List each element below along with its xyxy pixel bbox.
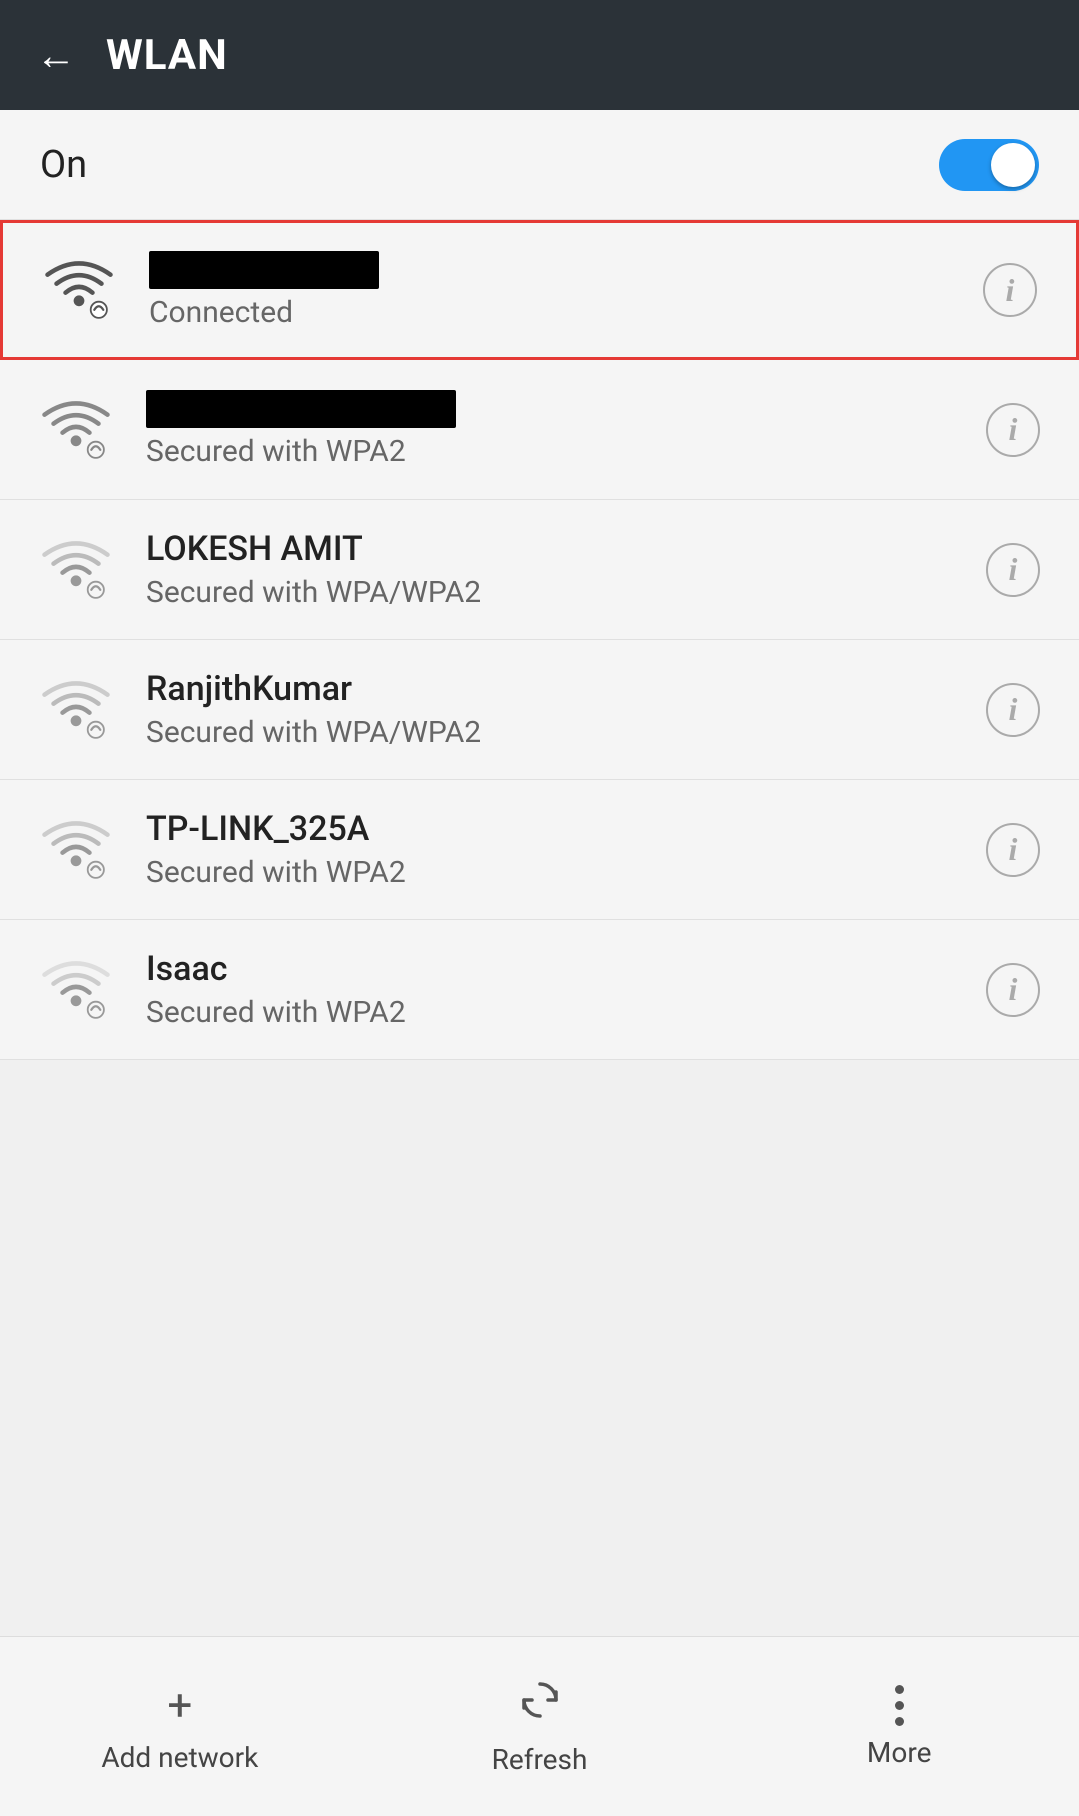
network-info-5: TP-LINK_325A Secured with WPA2 <box>146 809 953 890</box>
refresh-icon <box>518 1678 562 1733</box>
network-status-4: Secured with WPA/WPA2 <box>146 715 953 750</box>
wifi-icon-connected <box>39 254 119 326</box>
page-title: WLAN <box>106 31 228 80</box>
network-item-4[interactable]: RanjithKumar Secured with WPA/WPA2 i <box>0 640 1079 780</box>
network-status-connected: Connected <box>149 295 950 330</box>
network-info-2: Secured with WPA2 <box>146 390 953 469</box>
info-button-5[interactable]: i <box>983 820 1043 880</box>
network-item-2[interactable]: Secured with WPA2 i <box>0 360 1079 500</box>
plus-icon: + <box>167 1679 192 1731</box>
network-name-redacted <box>149 251 379 289</box>
wlan-toggle[interactable] <box>939 139 1039 191</box>
network-name-redacted-2 <box>146 390 456 428</box>
info-button-4[interactable]: i <box>983 680 1043 740</box>
info-circle-icon-4: i <box>986 683 1040 737</box>
network-info-connected: Connected <box>149 251 950 330</box>
network-item-5[interactable]: TP-LINK_325A Secured with WPA2 i <box>0 780 1079 920</box>
network-name-5: TP-LINK_325A <box>146 809 953 849</box>
wifi-icon-5 <box>36 814 116 886</box>
network-item-connected[interactable]: Connected i <box>0 220 1079 360</box>
add-network-button[interactable]: + Add network <box>0 1679 360 1774</box>
network-item-3[interactable]: LOKESH AMIT Secured with WPA/WPA2 i <box>0 500 1079 640</box>
back-button[interactable]: ← <box>36 32 76 79</box>
header: ← WLAN <box>0 0 1079 110</box>
network-name-4: RanjithKumar <box>146 669 953 709</box>
network-status-3: Secured with WPA/WPA2 <box>146 575 953 610</box>
info-circle-icon-5: i <box>986 823 1040 877</box>
wifi-icon-6 <box>36 954 116 1026</box>
network-list: Connected i Secured with WPA2 i <box>0 220 1079 1060</box>
network-status-5: Secured with WPA2 <box>146 855 953 890</box>
wifi-icon-4 <box>36 674 116 746</box>
network-status-6: Secured with WPA2 <box>146 995 953 1030</box>
info-circle-icon-2: i <box>986 403 1040 457</box>
info-button-connected[interactable]: i <box>980 260 1040 320</box>
more-button[interactable]: More <box>719 1685 1079 1769</box>
info-button-6[interactable]: i <box>983 960 1043 1020</box>
network-name-6: Isaac <box>146 949 953 989</box>
bottom-bar: + Add network Refresh More <box>0 1636 1079 1816</box>
toggle-knob <box>991 143 1035 187</box>
network-info-4: RanjithKumar Secured with WPA/WPA2 <box>146 669 953 750</box>
info-button-2[interactable]: i <box>983 400 1043 460</box>
more-label: More <box>867 1736 932 1769</box>
info-circle-icon-6: i <box>986 963 1040 1017</box>
network-item-6[interactable]: Isaac Secured with WPA2 i <box>0 920 1079 1060</box>
network-info-3: LOKESH AMIT Secured with WPA/WPA2 <box>146 529 953 610</box>
add-network-label: Add network <box>101 1741 258 1774</box>
info-circle-icon-3: i <box>986 543 1040 597</box>
more-dots-icon <box>895 1685 904 1726</box>
info-button-3[interactable]: i <box>983 540 1043 600</box>
wifi-icon-2 <box>36 394 116 466</box>
wlan-toggle-row: On <box>0 110 1079 220</box>
network-info-6: Isaac Secured with WPA2 <box>146 949 953 1030</box>
wifi-icon-3 <box>36 534 116 606</box>
toggle-label: On <box>40 143 87 187</box>
refresh-button[interactable]: Refresh <box>360 1678 720 1776</box>
network-name-3: LOKESH AMIT <box>146 529 953 569</box>
network-status-2: Secured with WPA2 <box>146 434 953 469</box>
refresh-label: Refresh <box>492 1743 588 1776</box>
info-circle-icon: i <box>983 263 1037 317</box>
